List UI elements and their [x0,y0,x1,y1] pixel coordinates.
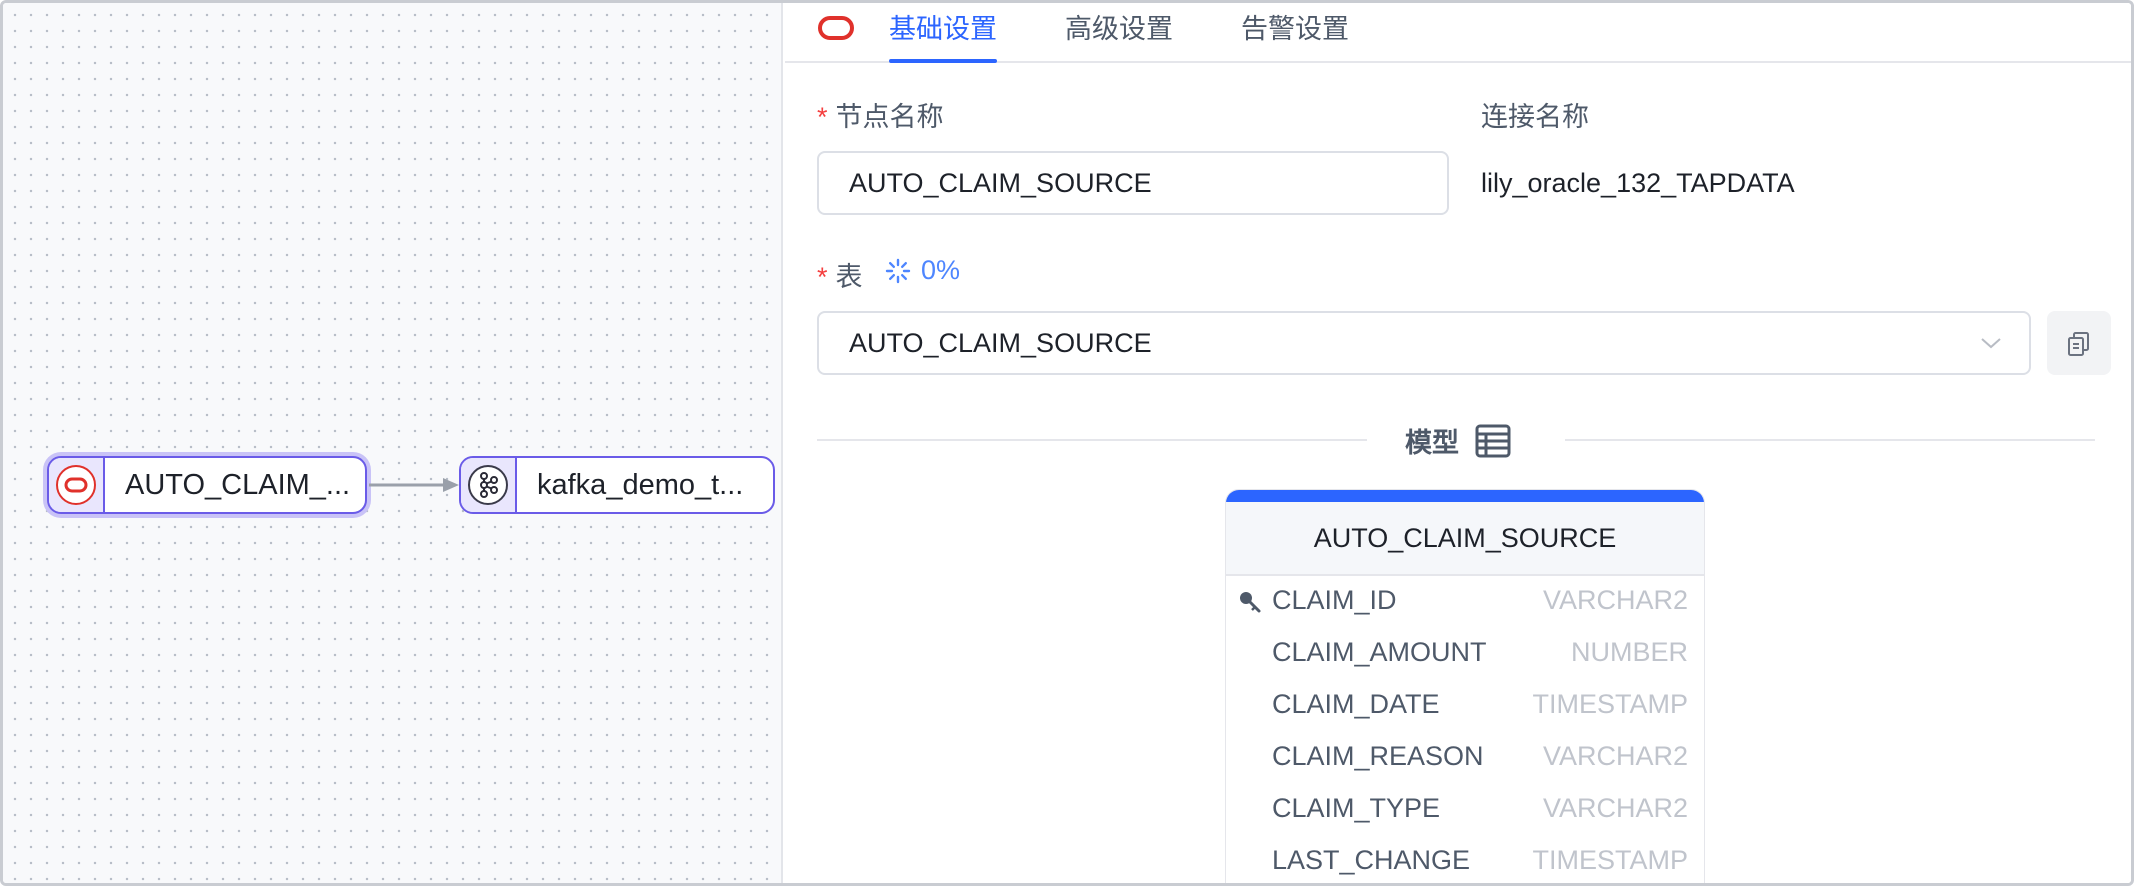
table-label: * 表 [817,262,863,292]
model-divider-right [1565,439,2095,441]
model-field-type: TIMESTAMP [1532,845,1688,875]
key-icon [1240,592,1261,613]
oracle-icon [56,465,96,505]
model-field-row: CLAIM_ID VARCHAR2 [1226,576,1704,628]
node-name-input[interactable]: AUTO_CLAIM_SOURCE [817,151,1449,215]
node-name-label: * 节点名称 [817,102,944,132]
node-settings-panel: 基础设置 高级设置 告警设置 * 节点名称 AUTO_CLAIM_SOURCE 连… [785,3,2131,883]
model-field-type: VARCHAR2 [1542,793,1688,823]
copy-button[interactable] [2047,311,2111,375]
kafka-icon [468,465,508,505]
tab-alert-settings[interactable]: 告警设置 [1241,13,1349,63]
model-divider-left [817,439,1367,441]
table-icon[interactable] [1475,424,1511,458]
model-field-list: CLAIM_ID VARCHAR2 CLAIM_AMOUNT NUMBER CLAIM_… [1226,576,1704,883]
model-field-type: VARCHAR2 [1542,585,1688,615]
model-field-row: CLAIM_AMOUNT NUMBER [1226,628,1704,680]
source-node[interactable]: AUTO_CLAIM_... [47,456,367,514]
model-field-name: CLAIM_ID [1272,585,1397,615]
model-field-row: LAST_CHANGE TIMESTAMP [1226,836,1704,883]
tab-advanced-settings[interactable]: 高级设置 [1065,13,1173,63]
source-node-icon-box [49,458,105,512]
required-asterisk: * [817,102,828,132]
source-node-label: AUTO_CLAIM_... [125,468,351,501]
connection-name-value: lily_oracle_132_TAPDATA [1481,168,1795,198]
loading-spinner-icon [885,258,911,283]
app-frame: AUTO_CLAIM_... kafka_demo_t... 基础设置 高级设置… [0,0,2134,886]
connection-name-label: 连接名称 [1481,102,1589,132]
model-field-type: TIMESTAMP [1532,689,1688,719]
model-field-type: NUMBER [1570,637,1688,667]
model-field-name: CLAIM_REASON [1272,741,1484,771]
model-field-name: CLAIM_TYPE [1272,793,1441,823]
settings-tabs: 基础设置 高级设置 告警设置 [785,3,2131,63]
model-field-row: CLAIM_REASON VARCHAR2 [1226,732,1704,784]
oracle-icon [817,15,855,46]
dag-canvas[interactable]: AUTO_CLAIM_... kafka_demo_t... [3,3,783,883]
model-table-name: AUTO_CLAIM_SOURCE [1226,502,1704,576]
copy-icon [2068,332,2089,356]
table-load-progress: 0% [885,255,960,286]
model-field-name: CLAIM_AMOUNT [1272,637,1487,667]
model-field-row: CLAIM_TYPE VARCHAR2 [1226,784,1704,836]
model-table-card: AUTO_CLAIM_SOURCE CLAIM_ID VARCHAR2 CLAIM_… [1225,489,1705,883]
target-node-icon-box [461,458,517,512]
target-node-label: kafka_demo_t... [537,468,744,501]
chevron-down-icon [1981,338,2001,349]
model-field-type: VARCHAR2 [1542,741,1688,771]
model-field-name: CLAIM_DATE [1272,689,1440,719]
required-asterisk: * [817,262,828,292]
table-select[interactable]: AUTO_CLAIM_SOURCE [817,311,2031,375]
model-field-name: LAST_CHANGE [1272,845,1471,875]
model-card-accent-bar [1226,490,1704,502]
target-node[interactable]: kafka_demo_t... [459,456,775,514]
model-section-title: 模型 [1405,421,1511,460]
tab-basic-settings[interactable]: 基础设置 [889,13,997,63]
edge-arrow[interactable] [367,473,463,497]
model-field-row: CLAIM_DATE TIMESTAMP [1226,680,1704,732]
